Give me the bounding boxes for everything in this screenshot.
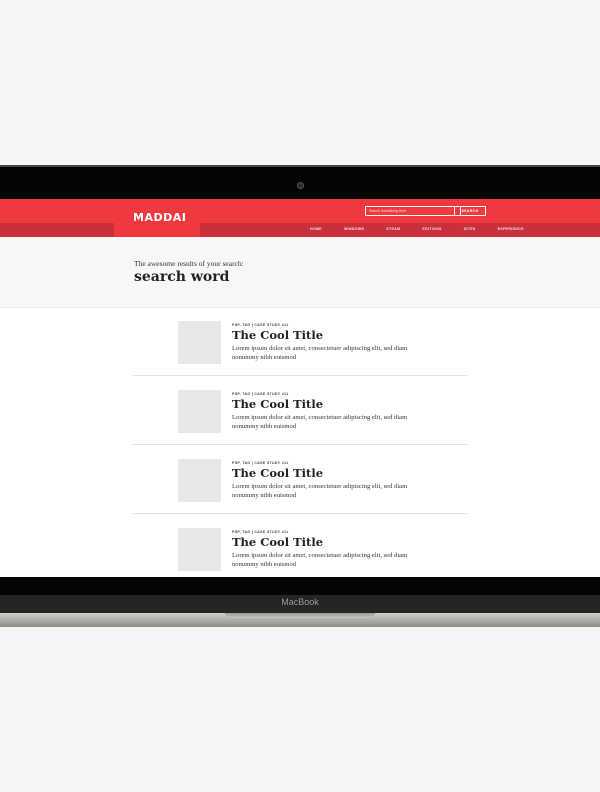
result-thumbnail[interactable] [178,321,221,364]
screen-bezel-bottom [0,577,600,595]
result-item[interactable]: PSP, TAG | CASE STUDY #11 The Cool Title… [133,307,467,376]
result-tag[interactable]: PSP, TAG | CASE STUDY #11 [232,323,288,327]
nav-item-windows[interactable]: WINDOWS [344,227,364,231]
results-header: The awesome results of your search: sear… [0,237,600,308]
result-thumbnail[interactable] [178,459,221,502]
search-input[interactable] [365,206,461,216]
result-item[interactable]: PSP, TAG | CASE STUDY #11 The Cool Title… [133,514,467,577]
main-nav: HOME WINDOWS STEAM EDITIONS SITES EXPERI… [310,227,546,231]
result-tag[interactable]: PSP, TAG | CASE STUDY #11 [232,392,288,396]
result-title[interactable]: The Cool Title [232,397,323,411]
result-title[interactable]: The Cool Title [232,535,323,549]
results-list: PSP, TAG | CASE STUDY #11 The Cool Title… [133,307,467,577]
site-header: MADDAI SEARCH HOME WINDOWS STEAM EDITION… [0,199,600,237]
site-logo[interactable]: MADDAI [133,211,186,224]
result-excerpt: Lorem ipsum dolor sit amet, consectetuer… [232,483,408,499]
result-tag[interactable]: PSP, TAG | CASE STUDY #11 [232,530,288,534]
search-button[interactable]: SEARCH [454,206,486,216]
website-screen: MADDAI SEARCH HOME WINDOWS STEAM EDITION… [0,199,600,577]
device-brand-label: MacBook [281,597,319,607]
nav-item-steam[interactable]: STEAM [386,227,400,231]
laptop-mockup: MADDAI SEARCH HOME WINDOWS STEAM EDITION… [0,165,600,630]
nav-item-sites[interactable]: SITES [464,227,476,231]
nav-item-experience[interactable]: EXPERIENCE [498,227,524,231]
nav-item-home[interactable]: HOME [310,227,322,231]
result-thumbnail[interactable] [178,390,221,433]
results-kicker: The awesome results of your search: [134,259,244,268]
result-item[interactable]: PSP, TAG | CASE STUDY #11 The Cool Title… [133,376,467,445]
result-tag[interactable]: PSP, TAG | CASE STUDY #11 [232,461,288,465]
result-excerpt: Lorem ipsum dolor sit amet, consectetuer… [232,414,408,430]
result-thumbnail[interactable] [178,528,221,571]
result-title[interactable]: The Cool Title [232,466,323,480]
laptop-notch [225,613,375,618]
nav-item-editions[interactable]: EDITIONS [422,227,441,231]
result-title[interactable]: The Cool Title [232,328,323,342]
search-query-title: search word [134,269,230,285]
camera-icon [297,182,304,189]
result-excerpt: Lorem ipsum dolor sit amet, consectetuer… [232,345,408,361]
result-excerpt: Lorem ipsum dolor sit amet, consectetuer… [232,552,408,568]
result-item[interactable]: PSP, TAG | CASE STUDY #11 The Cool Title… [133,445,467,514]
screen-bezel-top [0,165,600,199]
